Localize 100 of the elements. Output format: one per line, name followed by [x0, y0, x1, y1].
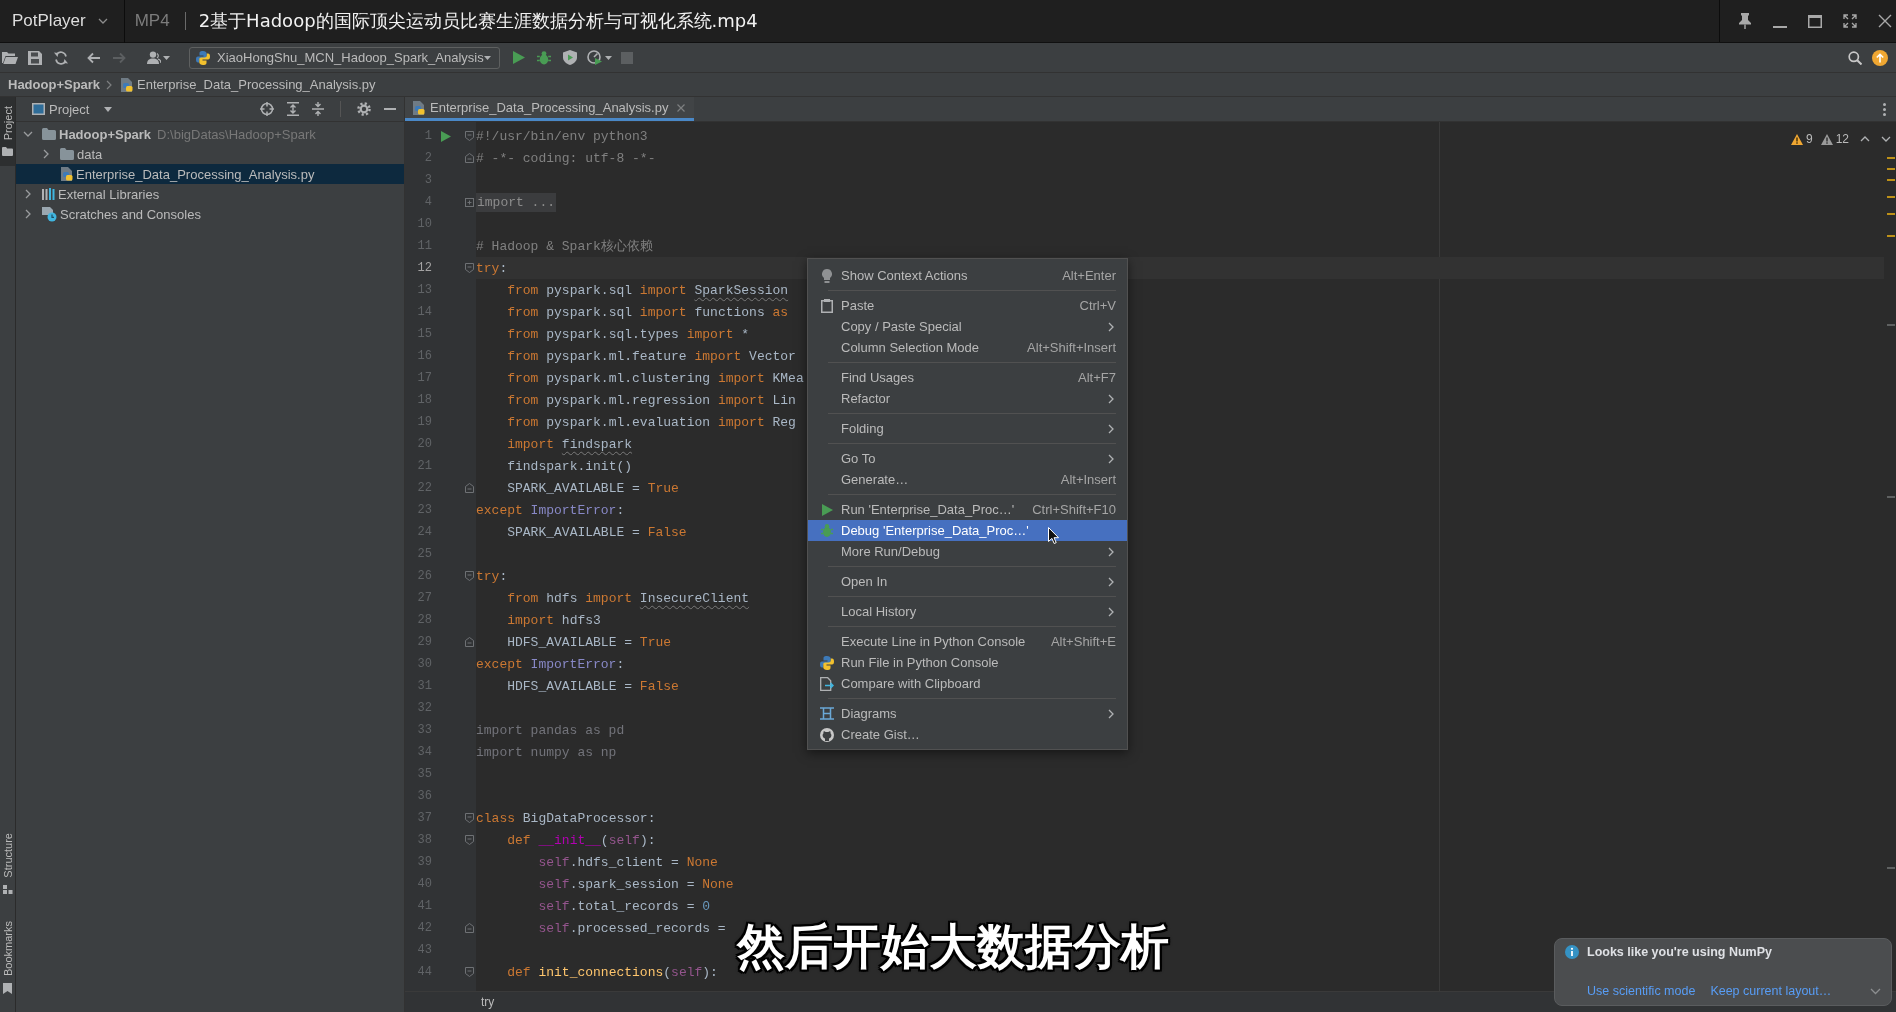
video-title: 2基于Hadoop的国际顶尖运动员比赛生涯数据分析与可视化系统.mp4	[198, 9, 758, 33]
menu-item[interactable]: Create Gist…	[808, 724, 1127, 745]
more-icon[interactable]	[1883, 102, 1886, 116]
menu-item[interactable]: Show Context Actions Alt+Enter	[808, 265, 1127, 286]
line-number: 12	[417, 261, 432, 275]
fold-marker-icon[interactable]	[465, 813, 474, 823]
menu-item[interactable]: Run 'Enterprise_Data_Proc…' Ctrl+Shift+F10	[808, 499, 1127, 520]
editor-tab[interactable]: Enterprise_Data_Processing_Analysis.py	[405, 97, 695, 121]
code-line: HDFS_AVAILABLE = True	[507, 634, 672, 650]
code-line: from hdfs import InsecureClient	[507, 590, 750, 606]
fold-end-marker-icon[interactable]	[465, 153, 474, 163]
menu-item[interactable]: Folding	[808, 418, 1127, 439]
pin-icon[interactable]	[1738, 13, 1752, 29]
settings-icon[interactable]	[357, 102, 371, 116]
tree-item[interactable]: Enterprise_Data_Processing_Analysis.py	[16, 164, 404, 184]
expand-all-icon[interactable]	[287, 102, 299, 116]
file-clock-icon	[42, 206, 57, 222]
gauge-icon[interactable]	[587, 50, 602, 65]
close-icon[interactable]	[1878, 14, 1892, 28]
fold-end-marker-icon[interactable]	[465, 637, 474, 647]
chevron-right-icon[interactable]	[43, 149, 49, 159]
chevron-up-icon[interactable]	[1860, 136, 1870, 142]
chevron-down-icon[interactable]	[1881, 136, 1891, 142]
menu-item[interactable]: Go To	[808, 448, 1127, 469]
menu-item[interactable]: Open In	[808, 571, 1127, 592]
code-line: # -*- coding: utf-8 -*-	[476, 150, 656, 166]
tool-window-tab[interactable]: Bookmarks	[0, 911, 15, 1004]
chevron-right-icon[interactable]	[25, 209, 31, 219]
fold-end-marker-icon[interactable]	[465, 923, 474, 933]
run-marker-icon[interactable]	[441, 130, 451, 142]
fold-marker-icon[interactable]	[465, 967, 474, 977]
code-line: from pyspark.sql.types import *	[507, 326, 750, 342]
code-line: except ImportError:	[476, 502, 625, 518]
weak-warning-icon	[1820, 133, 1833, 145]
search-icon[interactable]	[1848, 50, 1862, 65]
menu-item[interactable]: Compare with Clipboard	[808, 673, 1127, 694]
caret-icon[interactable]	[605, 55, 612, 60]
menu-item[interactable]: Find Usages Alt+F7	[808, 367, 1127, 388]
warning-count[interactable]: 9	[1805, 132, 1813, 146]
menu-item[interactable]: Local History	[808, 601, 1127, 622]
fold-end-marker-icon[interactable]	[465, 483, 474, 493]
open-folder-icon[interactable]	[2, 51, 18, 64]
menu-item[interactable]: Copy / Paste Special	[808, 316, 1127, 337]
tree-item[interactable]: data	[16, 144, 109, 164]
window-icon	[32, 103, 45, 115]
collapse-all-icon[interactable]	[312, 102, 324, 116]
save-icon[interactable]	[28, 50, 42, 65]
menu-item[interactable]: Paste Ctrl+V	[808, 295, 1127, 316]
compare-icon	[820, 676, 834, 691]
project-view-dropdown[interactable]: Project	[32, 101, 113, 117]
expand-marker-icon[interactable]	[465, 197, 474, 207]
fold-marker-icon[interactable]	[465, 835, 474, 845]
code-line: def init_connections(self):	[507, 964, 718, 980]
tree-item[interactable]: Hadoop+Spark D:\bigDatas\Hadoop+Spark	[16, 124, 322, 144]
cat-logo-icon	[820, 727, 834, 742]
breadcrumb-item[interactable]: Enterprise_Data_Processing_Analysis.py	[137, 77, 376, 92]
notification-link[interactable]: Keep current layout…	[1710, 984, 1832, 998]
python-file-icon	[120, 77, 134, 92]
menu-item[interactable]: Debug 'Enterprise_Data_Proc…'	[808, 520, 1127, 541]
code-line: class BigDataProcessor:	[476, 810, 656, 826]
code-line: from pyspark.ml.feature import Vector	[507, 348, 796, 364]
chevron-down-icon[interactable]	[23, 131, 33, 137]
menu-item[interactable]: Generate… Alt+Insert	[808, 469, 1127, 490]
back-arrow-icon[interactable]	[86, 51, 100, 64]
chevron-right-icon	[106, 79, 113, 90]
app-menu-button[interactable]: PotPlayer	[12, 11, 86, 31]
chevron-right-icon[interactable]	[25, 189, 31, 199]
notification-link[interactable]: Use scientific mode	[1587, 984, 1696, 998]
user-icon[interactable]	[147, 51, 161, 64]
fullscreen-icon[interactable]	[1843, 14, 1857, 28]
maximize-icon[interactable]	[1808, 14, 1822, 28]
fold-marker-icon[interactable]	[465, 571, 474, 581]
menu-item[interactable]: Diagrams	[808, 703, 1127, 724]
fold-marker-icon[interactable]	[465, 263, 474, 273]
bug-icon[interactable]	[537, 50, 551, 65]
run-icon[interactable]	[513, 51, 525, 64]
code-line: try:	[476, 568, 508, 584]
tool-window-tab[interactable]: Project	[0, 97, 15, 167]
menu-item[interactable]: Refactor	[808, 388, 1127, 409]
sync-icon[interactable]	[54, 50, 68, 65]
code-line: #!/usr/bin/env python3	[476, 128, 648, 144]
menu-item[interactable]: Execute Line in Python Console Alt+Shift+E	[808, 631, 1127, 652]
code-line: SPARK_AVAILABLE = False	[507, 524, 687, 540]
run-configuration-dropdown[interactable]: XiaoHongShu_MCN_Hadoop_Spark_Analysis	[189, 46, 500, 69]
weak-warning-count[interactable]: 12	[1835, 132, 1849, 146]
chevron-down-icon[interactable]	[97, 18, 108, 24]
caret-icon[interactable]	[163, 55, 170, 60]
shield-icon[interactable]	[563, 50, 577, 65]
menu-item[interactable]: More Run/Debug	[808, 541, 1127, 562]
menu-item[interactable]: Run File in Python Console	[808, 652, 1127, 673]
fold-marker-icon[interactable]	[465, 131, 474, 141]
up-arrow-circle-icon[interactable]	[1872, 49, 1888, 66]
tree-item[interactable]: External Libraries	[16, 184, 166, 204]
menu-item[interactable]: Column Selection Mode Alt+Shift+Insert	[808, 337, 1127, 358]
breadcrumb-item[interactable]: Hadoop+Spark	[8, 77, 101, 92]
breadcrumb-item[interactable]: try	[481, 995, 495, 1009]
tree-item[interactable]: Scratches and Consoles	[16, 204, 207, 224]
crosshair-icon[interactable]	[260, 102, 274, 116]
tool-window-tab[interactable]: Structure	[0, 824, 15, 904]
code-line: import findspark	[507, 436, 633, 452]
